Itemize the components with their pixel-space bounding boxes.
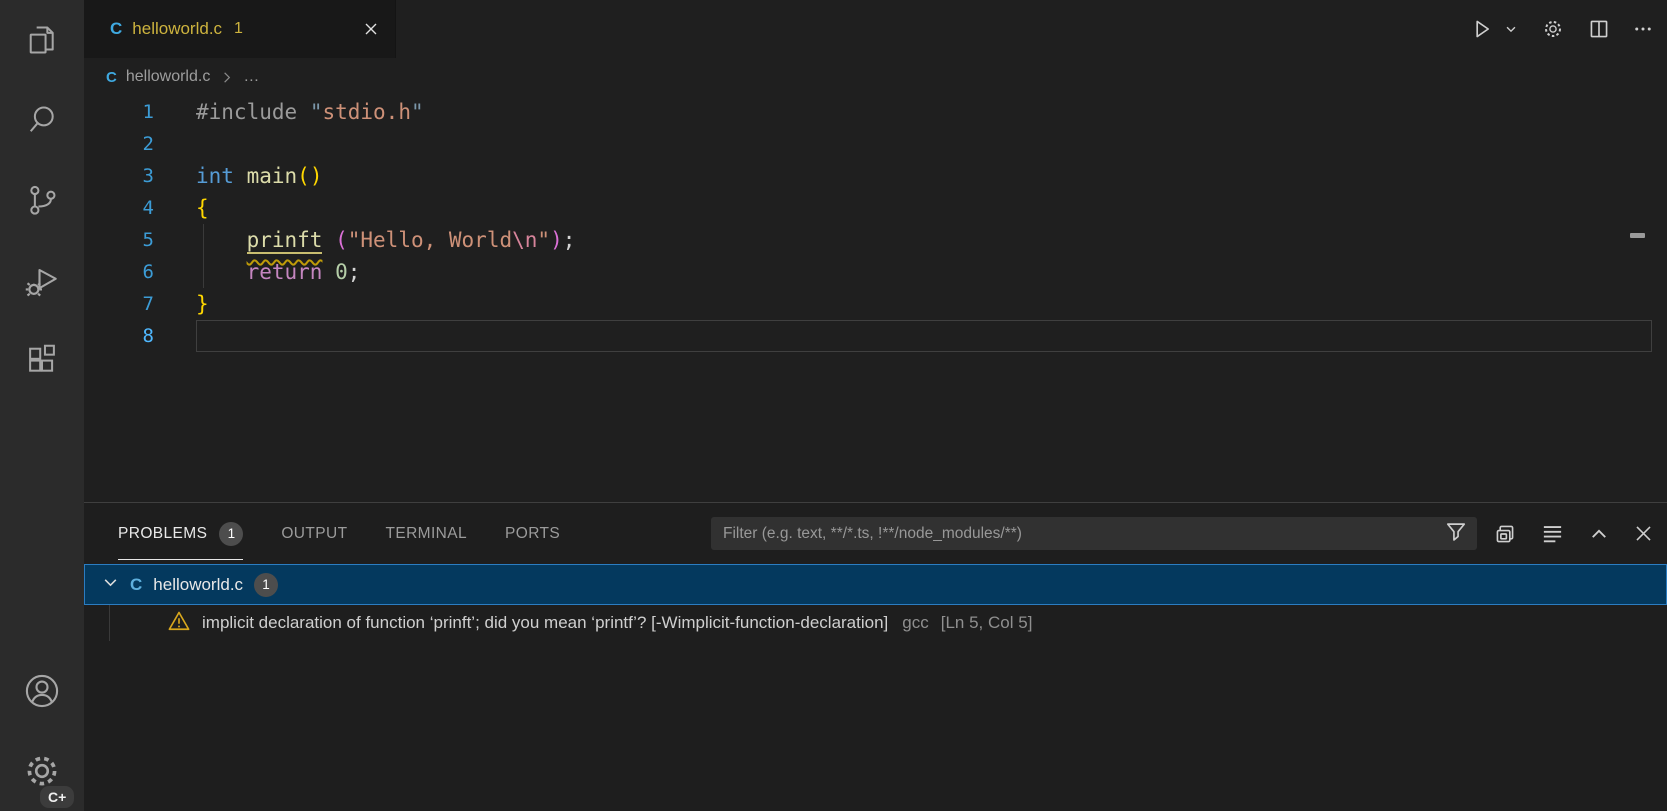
- line-content: [196, 320, 1652, 352]
- code-line[interactable]: 8: [84, 320, 1667, 352]
- line-content: [196, 128, 1652, 160]
- line-content: {: [196, 192, 1652, 224]
- c-file-icon: C: [130, 575, 142, 595]
- view-as-list-icon[interactable]: [1541, 522, 1564, 545]
- panel-actions: [1494, 522, 1653, 545]
- tab-terminal[interactable]: TERMINAL: [385, 503, 467, 564]
- sidebar-item-source-control[interactable]: [0, 160, 84, 240]
- more-actions-icon[interactable]: [1633, 19, 1653, 39]
- search-icon: [23, 101, 61, 139]
- tab-helloworld-c[interactable]: C helloworld.c 1: [84, 0, 396, 58]
- panel-tab-label: PROBLEMS: [118, 525, 207, 543]
- tab-output[interactable]: OUTPUT: [281, 503, 347, 564]
- extensions-icon: [23, 341, 61, 379]
- line-content: int main(): [196, 160, 1652, 192]
- problems-file-row[interactable]: C helloworld.c 1: [84, 564, 1667, 605]
- code-line[interactable]: 1 #include "stdio.h": [84, 96, 1667, 128]
- code-line[interactable]: 5 prinft ("Hello, World\n");: [84, 224, 1667, 256]
- vscode-window: C+ C helloworld.c 1: [0, 0, 1667, 811]
- c-file-icon: C: [110, 19, 122, 39]
- sidebar-item-search[interactable]: [0, 80, 84, 160]
- line-number: 4: [84, 192, 154, 224]
- split-editor-icon[interactable]: [1588, 18, 1610, 40]
- breadcrumb-file[interactable]: helloworld.c: [126, 68, 210, 86]
- problems-filter-input[interactable]: [723, 525, 1445, 543]
- panel-tab-label: TERMINAL: [385, 525, 467, 543]
- line-number: 7: [84, 288, 154, 320]
- files-icon: [23, 21, 61, 59]
- language-mode-badge[interactable]: C+: [40, 786, 74, 808]
- sidebar-item-explorer[interactable]: [0, 0, 84, 80]
- problem-source: gcc: [902, 613, 928, 633]
- code-editor: C helloworld.c … 1 #include "stdio.h" 23 in…: [84, 58, 1667, 502]
- warning-icon: [168, 610, 190, 637]
- line-content: return 0;: [196, 256, 1652, 288]
- chevron-right-icon: [219, 70, 234, 85]
- code-line[interactable]: 7}: [84, 288, 1667, 320]
- configure-gear-icon[interactable]: [1541, 17, 1565, 41]
- line-content: }: [196, 288, 1652, 320]
- sidebar-item-extensions[interactable]: [0, 320, 84, 400]
- filter-icon[interactable]: [1445, 520, 1467, 547]
- tab-problem-count: 1: [234, 20, 243, 38]
- tab-ports[interactable]: PORTS: [505, 503, 560, 564]
- code-line[interactable]: 2: [84, 128, 1667, 160]
- open-in-editor-icon[interactable]: [1494, 523, 1516, 545]
- problems-list: C helloworld.c 1 implicit declaration of…: [84, 564, 1667, 811]
- line-number: 3: [84, 160, 154, 192]
- source-control-icon: [23, 181, 61, 219]
- editor-actions: [1471, 0, 1667, 58]
- problems-filter-box: [711, 517, 1477, 550]
- sidebar-item-run-debug[interactable]: [0, 240, 84, 320]
- problems-count-badge: 1: [219, 522, 243, 546]
- panel-tab-label: OUTPUT: [281, 525, 347, 543]
- breadcrumb: C helloworld.c …: [84, 58, 1667, 96]
- breadcrumb-more[interactable]: …: [243, 68, 259, 86]
- code-lines: 1#include "stdio.h"23int main()4{5 prinf…: [84, 96, 1667, 352]
- line-number: 8: [84, 320, 154, 352]
- file-problem-count-badge: 1: [254, 573, 278, 597]
- line-number: 5: [84, 224, 154, 256]
- c-file-icon: C: [106, 69, 117, 86]
- line-number: 6: [84, 256, 154, 288]
- problems-file-name: helloworld.c: [153, 575, 243, 595]
- account-icon: [21, 670, 63, 712]
- problem-message: implicit declaration of function ‘prinft…: [202, 613, 888, 633]
- run-button[interactable]: [1471, 18, 1493, 40]
- maximize-panel-chevron-up-icon[interactable]: [1589, 524, 1609, 544]
- run-dropdown-chevron-icon[interactable]: [1504, 22, 1518, 36]
- line-content: prinft ("Hello, World\n");: [196, 224, 1652, 256]
- bottom-panel: PROBLEMS 1 OUTPUT TERMINAL PORTS: [84, 502, 1667, 811]
- editor-tab-bar: C helloworld.c 1: [84, 0, 1667, 58]
- activity-bar: C+: [0, 0, 84, 811]
- overview-ruler-warning-mark: [1630, 233, 1645, 238]
- run-debug-icon: [22, 260, 62, 300]
- code-line[interactable]: 3 int main(): [84, 160, 1667, 192]
- code-line[interactable]: 4{: [84, 192, 1667, 224]
- close-icon[interactable]: [363, 21, 379, 37]
- line-number: 1: [84, 96, 154, 128]
- panel-tab-label: PORTS: [505, 525, 560, 543]
- tab-label: helloworld.c: [132, 19, 222, 39]
- sidebar-item-settings[interactable]: C+: [0, 731, 84, 811]
- panel-header: PROBLEMS 1 OUTPUT TERMINAL PORTS: [84, 503, 1667, 564]
- close-panel-icon[interactable]: [1634, 524, 1653, 543]
- chevron-down-icon[interactable]: [102, 574, 119, 596]
- problem-position: [Ln 5, Col 5]: [941, 613, 1033, 633]
- line-number: 2: [84, 128, 154, 160]
- problem-item[interactable]: implicit declaration of function ‘prinft…: [84, 605, 1667, 641]
- line-content: #include "stdio.h": [196, 96, 1652, 128]
- tab-problems[interactable]: PROBLEMS 1: [118, 503, 243, 564]
- code-line[interactable]: 6 return 0;: [84, 256, 1667, 288]
- sidebar-item-accounts[interactable]: [0, 651, 84, 731]
